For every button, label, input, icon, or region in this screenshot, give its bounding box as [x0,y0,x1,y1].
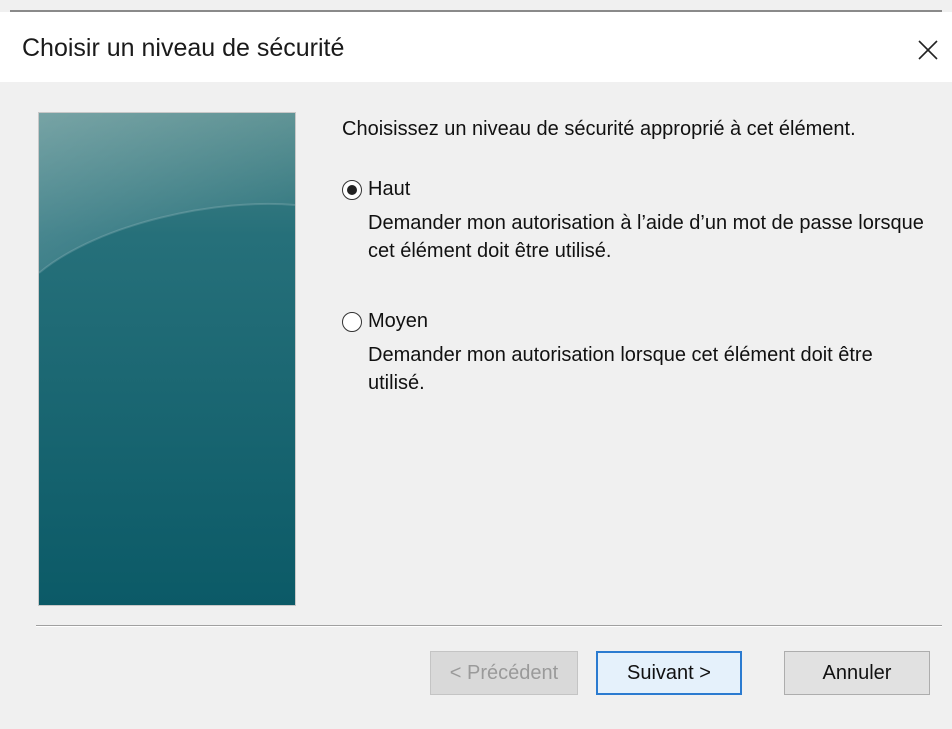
close-button[interactable] [910,32,946,68]
dialog-body: Choisissez un niveau de sécurité appropr… [12,82,952,729]
radio-moyen[interactable]: Moyen [342,310,942,333]
radio-selected-icon[interactable] [342,179,362,200]
security-level-dialog: Choisir un niveau de sécurité Choisissez… [0,0,952,729]
footer-separator [36,625,942,627]
dialog-title: Choisir un niveau de sécurité [22,34,345,62]
option-haut-description: Demander mon autorisation à l’aide d’un … [368,212,924,262]
wizard-side-image [38,112,296,606]
close-icon [918,40,938,60]
cancel-button[interactable]: Annuler [784,651,930,695]
radio-haut[interactable]: Haut [342,178,942,201]
option-moyen: Moyen Demander mon autorisation lorsque … [342,310,942,397]
next-button[interactable]: Suivant > [596,651,742,695]
option-moyen-description: Demander mon autorisation lorsque cet él… [368,344,873,394]
option-haut: Haut Demander mon autorisation à l’aide … [342,178,942,265]
prompt-text: Choisissez un niveau de sécurité appropr… [342,118,856,140]
radio-unselected-icon[interactable] [342,311,362,332]
title-bar: Choisir un niveau de sécurité [0,12,952,82]
option-moyen-label: Moyen [368,310,429,332]
option-haut-label: Haut [368,178,411,200]
previous-button[interactable]: < Précédent [430,651,578,695]
